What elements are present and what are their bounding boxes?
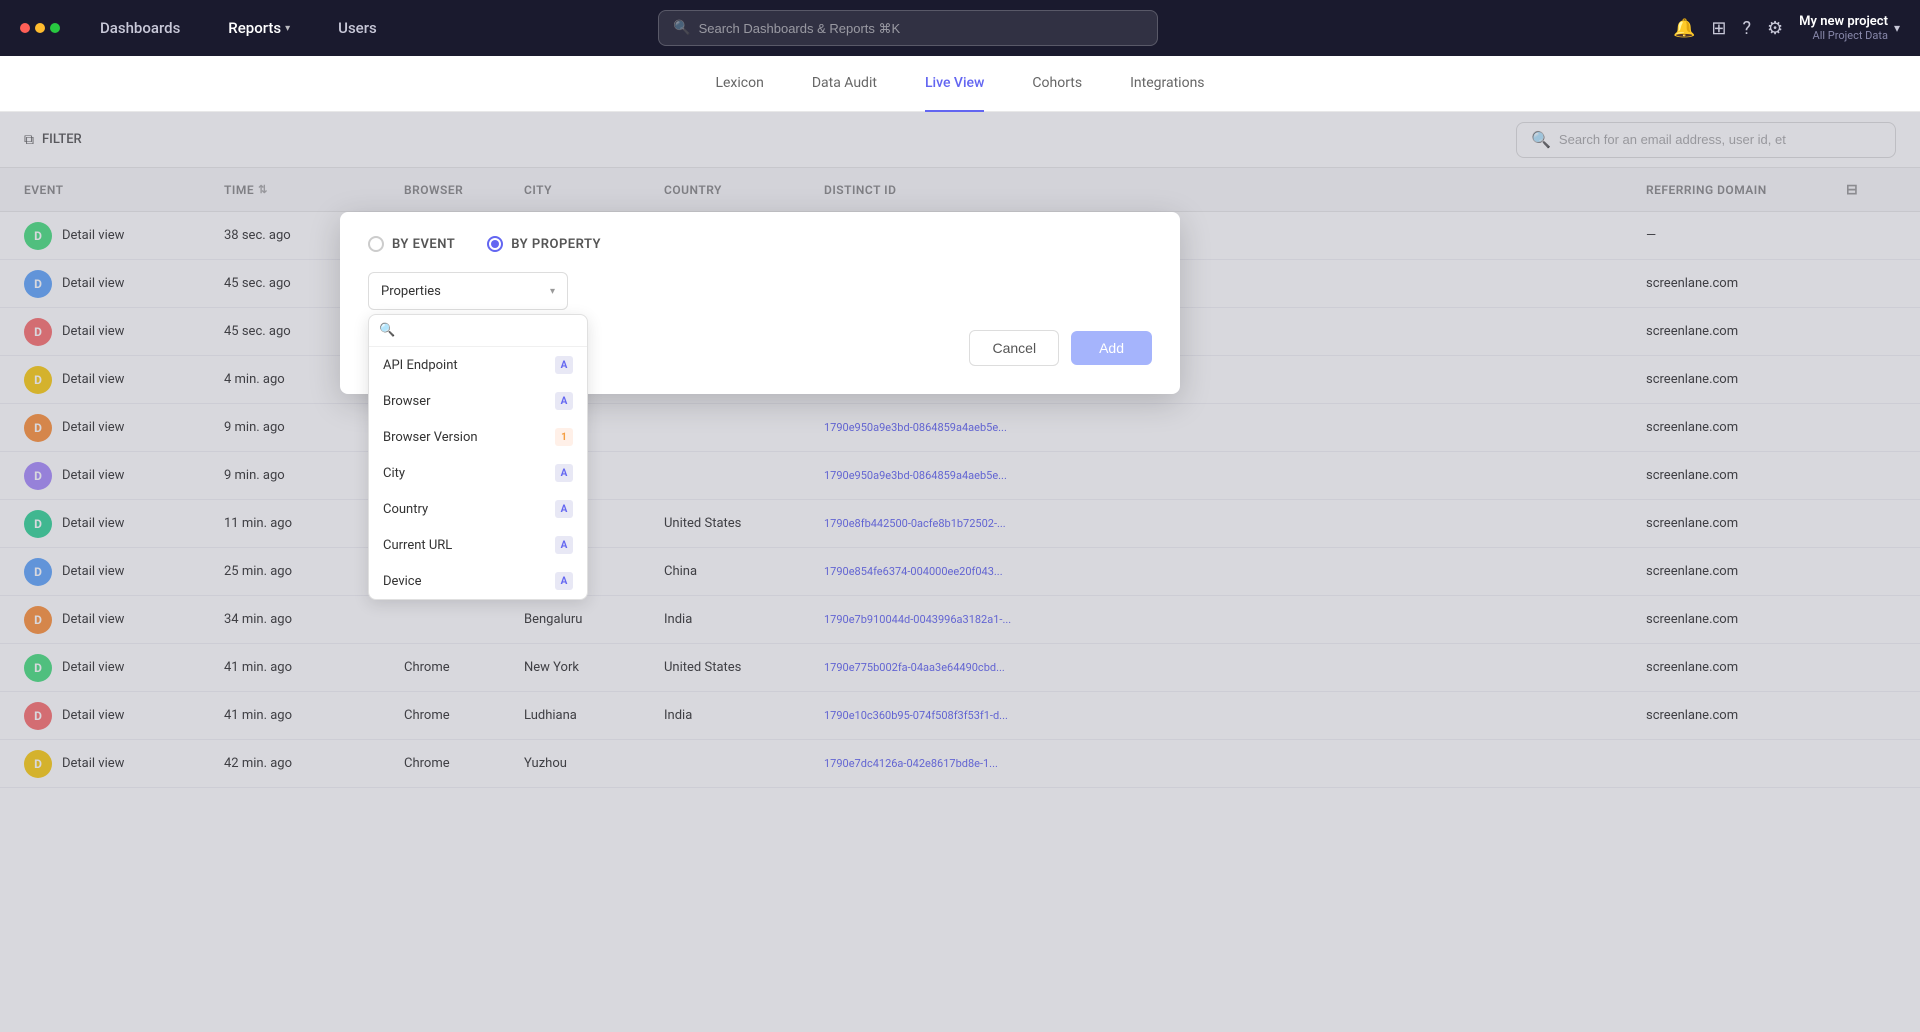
top-nav: Dashboards Reports ▾ Users 🔍 🔔 ⊞ ? ⚙ My … — [0, 0, 1920, 56]
by-property-radio-circle — [487, 236, 503, 252]
filter-modal: BY EVENT BY PROPERTY Properties ▾ 🔍 — [340, 212, 1180, 394]
type-badge: A — [555, 572, 573, 590]
dropdown-item-label: Current URL — [383, 538, 452, 553]
properties-dropdown-menu: 🔍 API Endpoint A Browser A Browser Versi… — [368, 314, 588, 600]
project-chevron-icon: ▾ — [1894, 21, 1900, 35]
window-controls — [20, 23, 60, 33]
dropdown-search-icon: 🔍 — [379, 323, 395, 338]
users-nav[interactable]: Users — [330, 15, 385, 41]
tab-cohorts[interactable]: Cohorts — [1032, 56, 1082, 112]
global-search[interactable]: 🔍 — [658, 10, 1158, 46]
dropdown-item[interactable]: Browser A — [369, 383, 587, 419]
dropdown-item-label: Country — [383, 502, 428, 517]
type-badge: A — [555, 356, 573, 374]
dropdown-item[interactable]: Country A — [369, 491, 587, 527]
dropdown-item-label: API Endpoint — [383, 358, 458, 373]
help-icon[interactable]: ? — [1743, 18, 1752, 39]
grid-icon[interactable]: ⊞ — [1711, 18, 1726, 39]
project-name: My new project — [1799, 14, 1888, 29]
dropdown-item-label: Device — [383, 574, 422, 589]
sub-nav: Lexicon Data Audit Live View Cohorts Int… — [0, 56, 1920, 112]
minimize-dot[interactable] — [35, 23, 45, 33]
filter-content: Properties ▾ 🔍 API Endpoint A Browser A … — [368, 272, 1152, 310]
reports-chevron-icon: ▾ — [285, 23, 290, 34]
tab-live-view[interactable]: Live View — [925, 56, 984, 112]
tab-integrations[interactable]: Integrations — [1130, 56, 1204, 112]
filter-type-row: BY EVENT BY PROPERTY — [368, 236, 1152, 252]
properties-dropdown-button[interactable]: Properties ▾ — [368, 272, 568, 310]
project-selector[interactable]: My new project All Project Data ▾ — [1799, 14, 1900, 42]
type-badge: A — [555, 500, 573, 518]
type-badge: A — [555, 536, 573, 554]
project-subtitle: All Project Data — [1799, 29, 1888, 42]
properties-dropdown: Properties ▾ 🔍 API Endpoint A Browser A … — [368, 272, 568, 310]
type-badge: 1 — [555, 428, 573, 446]
by-event-radio[interactable]: BY EVENT — [368, 236, 455, 252]
dropdown-item-label: City — [383, 466, 405, 481]
dropdown-item[interactable]: API Endpoint A — [369, 347, 587, 383]
cancel-button[interactable]: Cancel — [969, 330, 1059, 366]
settings-icon[interactable]: ⚙ — [1767, 18, 1783, 39]
type-badge: A — [555, 392, 573, 410]
tab-lexicon[interactable]: Lexicon — [715, 56, 763, 112]
dropdown-item[interactable]: Browser Version 1 — [369, 419, 587, 455]
dropdown-item-label: Browser — [383, 394, 431, 409]
notifications-icon[interactable]: 🔔 — [1673, 18, 1695, 39]
by-event-label: BY EVENT — [392, 237, 455, 252]
add-button[interactable]: Add — [1071, 331, 1152, 365]
reports-nav[interactable]: Reports ▾ — [220, 15, 298, 41]
main-area: ⧉ FILTER 🔍 Event Time ⇅ Browser City Cou… — [0, 112, 1920, 1032]
properties-dropdown-label: Properties — [381, 284, 441, 299]
nav-right-actions: 🔔 ⊞ ? ⚙ My new project All Project Data … — [1673, 14, 1900, 42]
close-dot[interactable] — [20, 23, 30, 33]
by-property-label: BY PROPERTY — [511, 237, 601, 252]
type-badge: A — [555, 464, 573, 482]
dropdown-item[interactable]: Device A — [369, 563, 587, 599]
dropdown-search-input[interactable] — [401, 323, 577, 338]
dropdown-item[interactable]: Current URL A — [369, 527, 587, 563]
global-search-input[interactable] — [699, 21, 1144, 36]
maximize-dot[interactable] — [50, 23, 60, 33]
tab-data-audit[interactable]: Data Audit — [812, 56, 877, 112]
dropdown-search-area[interactable]: 🔍 — [369, 315, 587, 347]
dashboards-nav[interactable]: Dashboards — [92, 15, 188, 41]
dropdown-item[interactable]: City A — [369, 455, 587, 491]
dropdown-chevron-icon: ▾ — [550, 286, 555, 297]
by-event-radio-circle — [368, 236, 384, 252]
by-property-radio[interactable]: BY PROPERTY — [487, 236, 601, 252]
dropdown-item-label: Browser Version — [383, 430, 478, 445]
search-icon: 🔍 — [673, 20, 690, 36]
